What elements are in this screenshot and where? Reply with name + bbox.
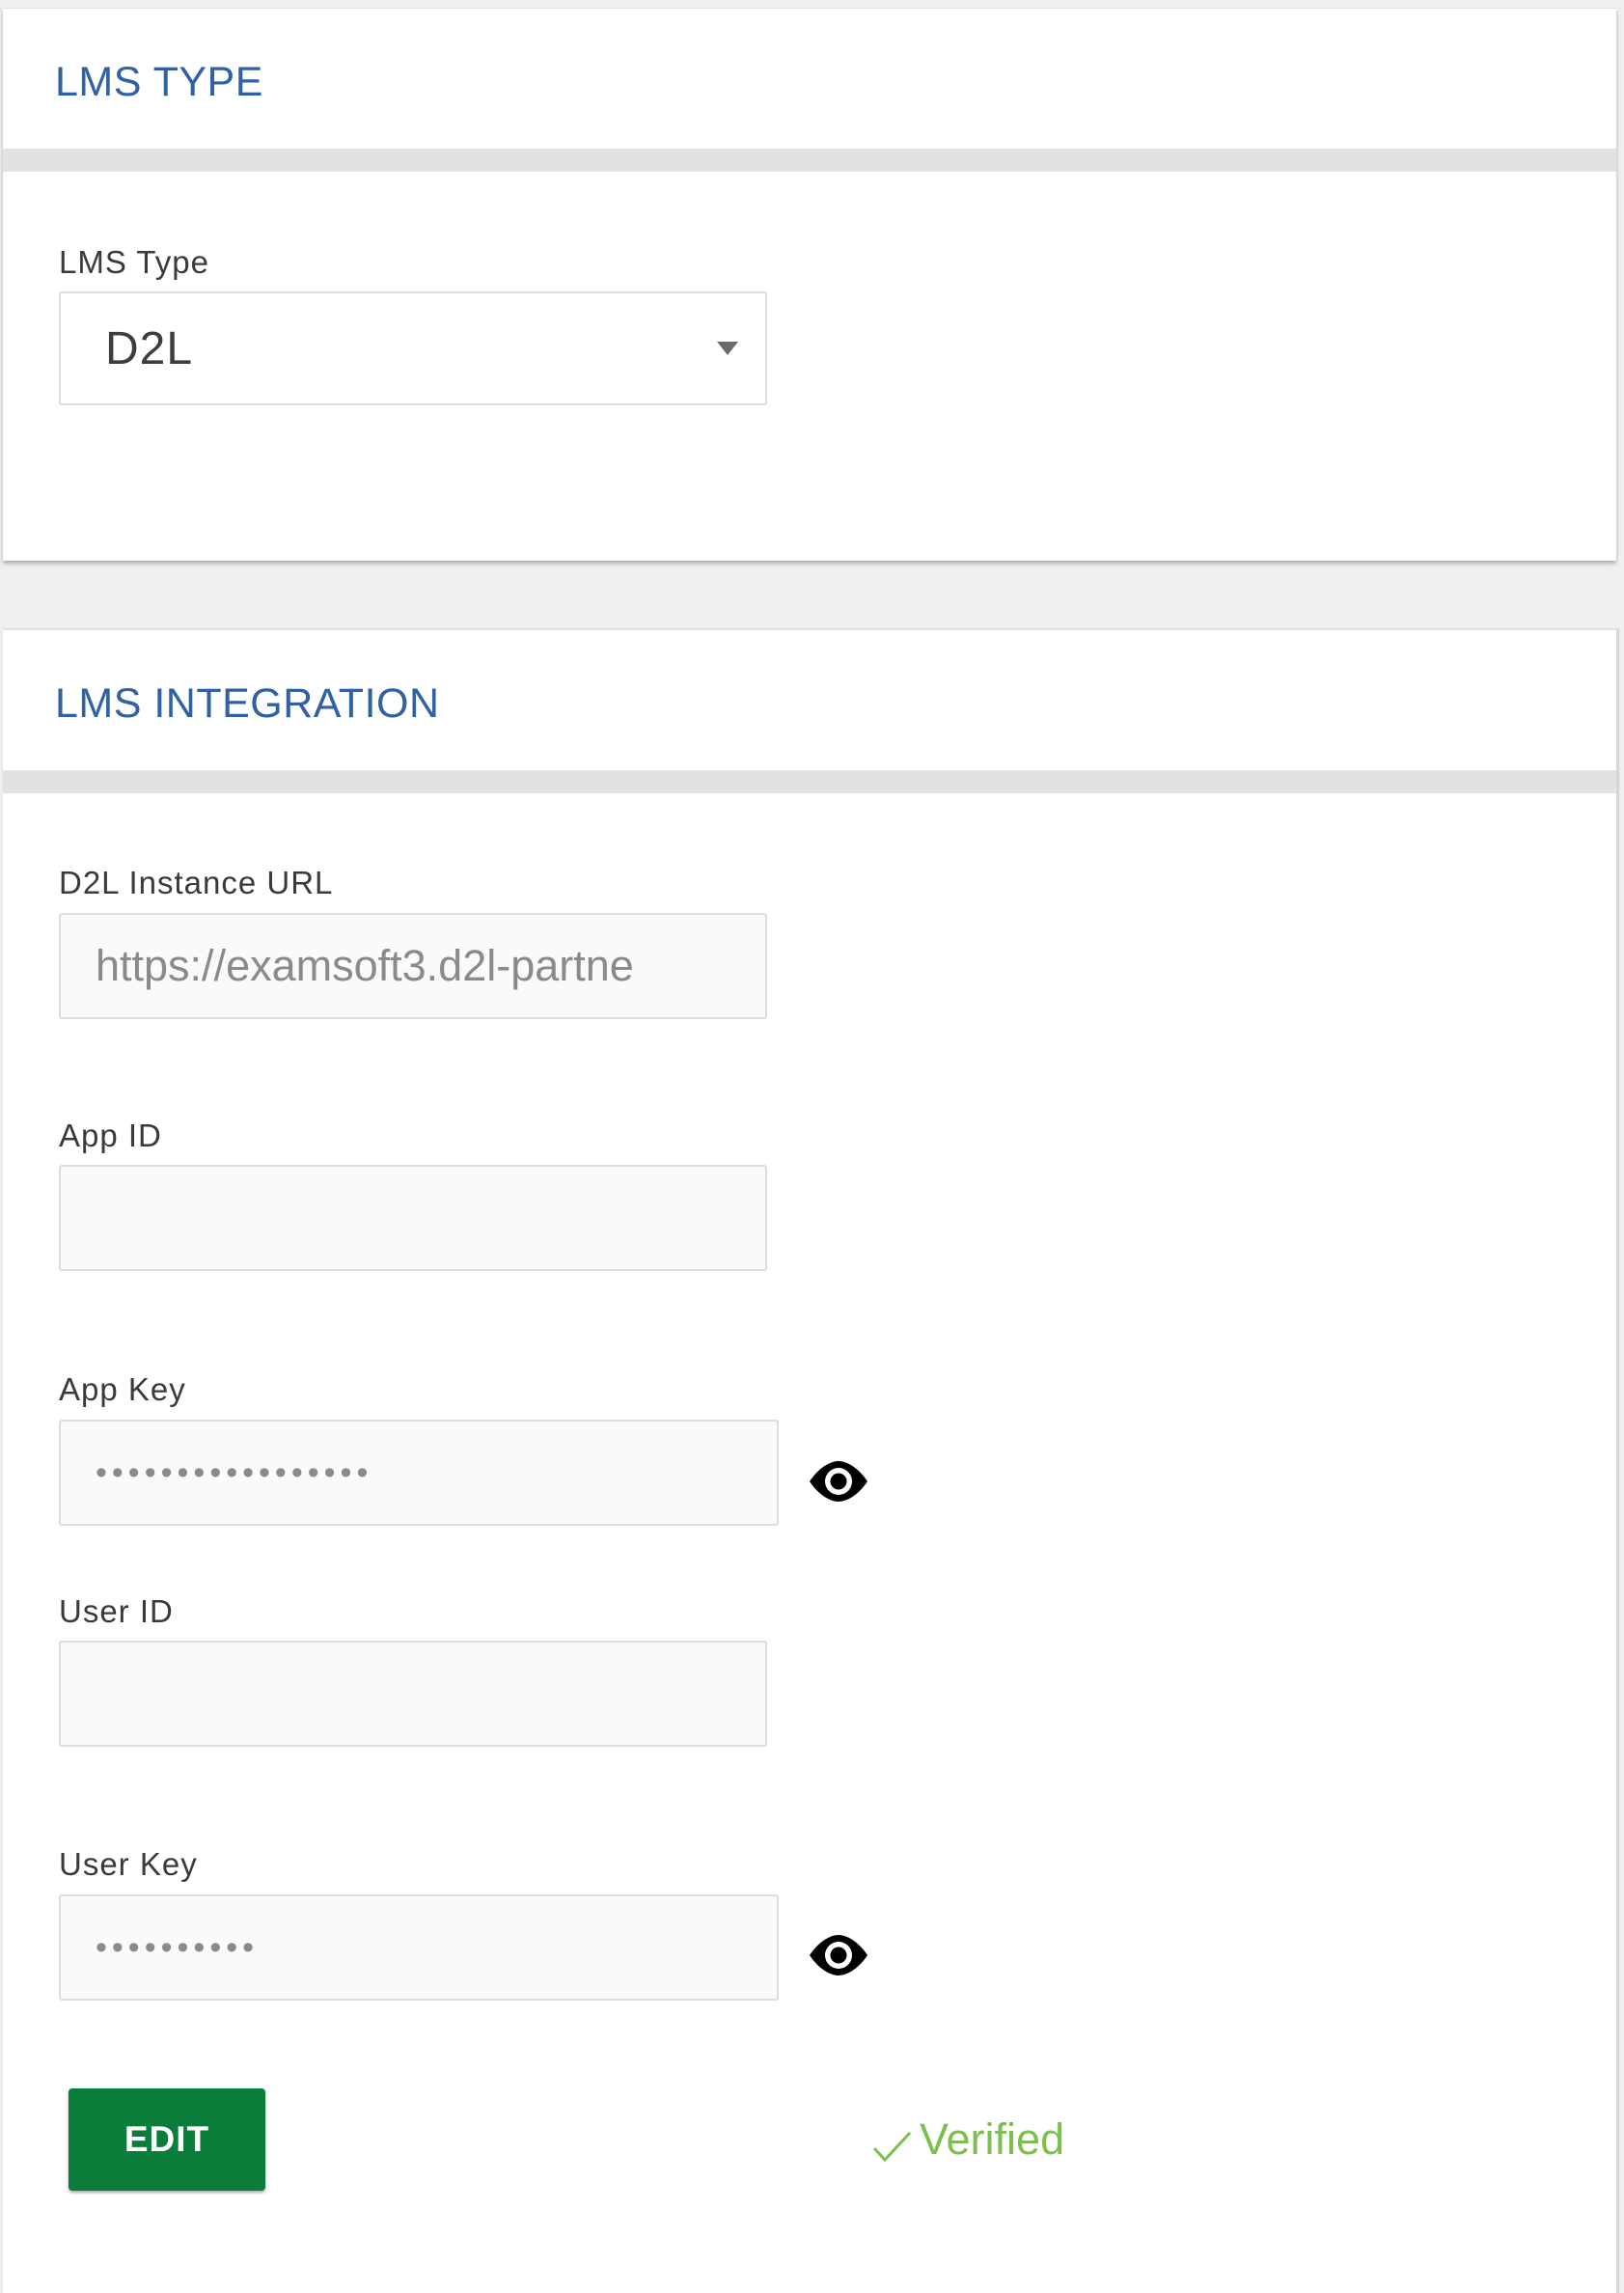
app-id-field[interactable]: [59, 1165, 767, 1271]
user-id-label: User ID: [59, 1593, 174, 1629]
app-id-value: [96, 1167, 707, 1269]
checkmark-icon: [872, 2131, 912, 2163]
eye-icon[interactable]: [808, 1933, 869, 1977]
lms-integration-title: LMS INTEGRATION: [55, 680, 440, 727]
lms-type-title: LMS TYPE: [55, 59, 263, 105]
lms-integration-card: LMS INTEGRATION D2L Instance URL https:/…: [3, 629, 1619, 2293]
app-key-label: App Key: [59, 1371, 186, 1407]
instance-url-field[interactable]: https://examsoft3.d2l-partne: [59, 913, 767, 1019]
app-id-label: App ID: [59, 1118, 162, 1153]
header-divider: [3, 770, 1616, 793]
header-divider: [3, 149, 1616, 172]
instance-url-value: https://examsoft3.d2l-partne: [96, 941, 634, 990]
lms-type-label: LMS Type: [59, 244, 209, 280]
lms-type-card: LMS TYPE LMS Type D2L: [3, 8, 1616, 561]
edit-button[interactable]: EDIT: [69, 2088, 265, 2191]
user-key-masked-value: ••••••••••: [96, 1928, 260, 1966]
app-key-masked-value: •••••••••••••••••: [96, 1453, 373, 1491]
lms-type-selected-value: D2L: [105, 322, 194, 374]
verified-text: Verified: [920, 2114, 1065, 2164]
user-id-value: [96, 1643, 707, 1745]
user-key-label: User Key: [59, 1846, 198, 1882]
instance-url-label: D2L Instance URL: [59, 865, 334, 900]
eye-icon[interactable]: [808, 1459, 869, 1504]
lms-type-select[interactable]: D2L: [59, 291, 767, 405]
lms-type-header: LMS TYPE: [3, 9, 1616, 149]
app-key-field[interactable]: •••••••••••••••••: [59, 1420, 779, 1526]
user-id-field[interactable]: [59, 1641, 767, 1747]
lms-integration-header: LMS INTEGRATION: [3, 630, 1616, 770]
user-key-field[interactable]: ••••••••••: [59, 1894, 779, 2001]
verified-status: Verified: [871, 2113, 1064, 2166]
caret-down-icon: [717, 342, 738, 355]
